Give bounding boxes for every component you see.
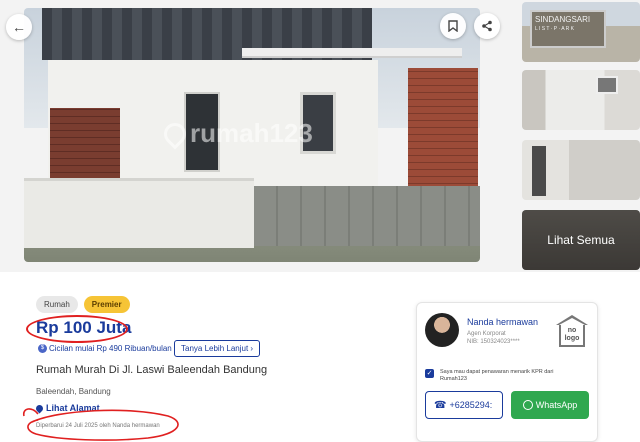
photo-fence <box>24 178 254 248</box>
agent-name[interactable]: Nanda hermawan <box>467 317 538 327</box>
tag-property-type: Rumah <box>36 296 78 313</box>
thumbnail-see-all[interactable]: Lihat Semua <box>522 210 640 270</box>
coin-icon: $ <box>38 344 47 353</box>
share-button[interactable] <box>474 13 500 39</box>
ask-more-button[interactable]: Tanya Lebih Lanjut › <box>174 340 261 357</box>
ask-more-label: Tanya Lebih Lanjut <box>181 344 249 353</box>
bookmark-button[interactable] <box>440 13 466 39</box>
thumbnail-1[interactable]: SINDANGSARI L I S T · P · A R K <box>522 2 640 62</box>
kpr-consent-row: ✓ Saya mau dapat penawaran menarik KPR d… <box>425 369 580 383</box>
thumbnail-sign: SINDANGSARI L I S T · P · A R K <box>530 10 606 48</box>
installment-text: Cicilan mulai Rp 490 Ribuan/bulan <box>49 344 172 353</box>
agent-avatar[interactable] <box>425 313 459 347</box>
thumbnail-door <box>532 146 546 196</box>
listing-title: Rumah Murah Di Jl. Laswi Baleendah Bandu… <box>36 364 268 376</box>
no-logo-roof-inner <box>559 318 585 325</box>
thumbnail-3[interactable] <box>522 140 640 200</box>
bookmark-icon <box>448 20 458 32</box>
sign-subtext: L I S T · P · A R K <box>535 26 574 32</box>
thumbnail-window <box>596 76 618 94</box>
back-button[interactable]: ← <box>6 14 32 40</box>
kpr-checkbox[interactable]: ✓ <box>425 369 434 378</box>
phone-icon: ☎ <box>434 399 447 411</box>
phone-button[interactable]: ☎ +6285294: <box>425 391 503 419</box>
installment-info[interactable]: $ Cicilan mulai Rp 490 Ribuan/bulan <box>38 344 172 353</box>
photo-gallery: rumah123 ← SINDANGSARI L I S T · P · A R… <box>0 0 640 272</box>
watermark: rumah123 <box>159 118 313 150</box>
agent-nib: NIB: 150324023**** <box>467 339 520 345</box>
tag-premier: Premier <box>83 296 130 313</box>
chevron-right-icon: › <box>250 344 254 353</box>
photo-driveway <box>254 186 480 246</box>
share-icon <box>482 20 492 32</box>
kpr-consent-text: Saya mau dapat penawaran menarik KPR dar… <box>440 369 554 382</box>
arrow-left-icon: ← <box>12 19 26 35</box>
thumbnail-2[interactable] <box>522 70 640 130</box>
whatsapp-icon <box>522 400 533 410</box>
watermark-text: rumah123 <box>190 118 313 148</box>
whatsapp-label: WhatsApp <box>535 400 578 410</box>
agent-card: Nanda hermawan Agen Korporat NIB: 150324… <box>416 302 598 442</box>
agent-role: Agen Korporat <box>467 331 506 337</box>
see-all-label: Lihat Semua <box>547 233 615 247</box>
watermark-icon <box>159 118 191 150</box>
photo-carport <box>242 48 462 58</box>
phone-label: +6285294: <box>449 400 493 410</box>
sign-text: SINDANGSARI <box>535 15 591 24</box>
main-photo[interactable]: rumah123 <box>24 8 480 262</box>
red-annotation-scribble <box>22 408 179 441</box>
whatsapp-button[interactable]: WhatsApp <box>511 391 589 419</box>
see-all-overlay: Lihat Semua <box>522 210 640 270</box>
no-logo-icon: no logo <box>555 315 589 349</box>
red-annotation-circle <box>26 315 128 343</box>
listing-location: Baleendah, Bandung <box>36 387 111 396</box>
listing-tags: Rumah Premier <box>36 296 130 313</box>
no-logo-text: no logo <box>559 325 585 347</box>
